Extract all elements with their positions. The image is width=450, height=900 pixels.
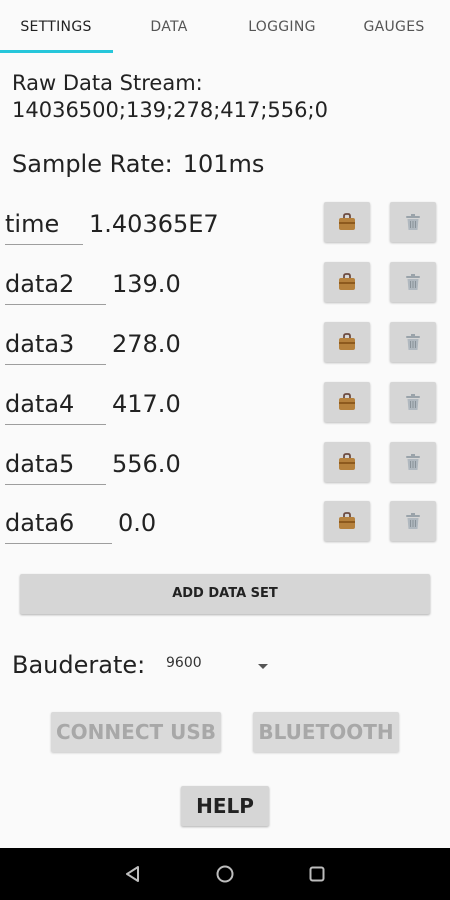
bag-icon [339,333,355,350]
trash-button[interactable] [390,382,436,422]
data-row: data3 278.0 [0,322,450,370]
trash-icon [406,334,420,350]
dropdown-arrow-icon [258,664,268,669]
trash-button[interactable] [390,322,436,362]
data-row: data5 556.0 [0,442,450,490]
help-button[interactable]: HELP [181,786,269,826]
data-value: 1.40365E7 [89,210,219,238]
tab-settings[interactable]: SETTINGS [0,0,112,52]
baudrate-label: Bauderate: [12,651,146,679]
data-row: time 1.40365E7 [0,202,450,250]
bag-button[interactable] [324,202,370,242]
bag-button[interactable] [324,322,370,362]
data-value: 278.0 [112,330,181,358]
data-row: data2 139.0 [0,262,450,310]
bag-button[interactable] [324,382,370,422]
data-name-field[interactable]: data6 [5,503,112,544]
trash-button[interactable] [390,501,436,541]
tab-bar: SETTINGS DATA LOGGING GAUGES [0,0,450,54]
bluetooth-button[interactable]: BLUETOOTH [253,712,399,752]
back-icon[interactable] [121,862,145,886]
baudrate-select[interactable]: 9600 [166,655,272,679]
tab-logging[interactable]: LOGGING [226,0,338,52]
trash-button[interactable] [390,442,436,482]
trash-icon [406,274,420,290]
navigation-bar [0,848,450,900]
trash-icon [406,214,420,230]
trash-button[interactable] [390,262,436,302]
bag-button[interactable] [324,442,370,482]
data-name-field[interactable]: data3 [5,324,106,365]
bag-icon [339,273,355,290]
sample-rate: Sample Rate: 101ms [12,150,264,178]
data-value: 0.0 [118,509,157,537]
raw-data-stream: Raw Data Stream: 14036500;139;278;417;55… [12,70,328,124]
baudrate-value: 9600 [166,655,202,671]
sample-rate-label: Sample Rate: [12,150,173,178]
data-name-field[interactable]: data5 [5,444,106,485]
tab-indicator [0,50,113,53]
tab-gauges[interactable]: GAUGES [338,0,450,52]
bag-icon [339,453,355,470]
data-name-field[interactable]: time [5,204,83,245]
bag-icon [339,512,355,529]
raw-data-label: Raw Data Stream: [12,71,203,95]
data-row: data4 417.0 [0,382,450,430]
home-icon[interactable] [213,862,237,886]
data-row: data6 0.0 [0,501,450,549]
raw-data-value: 14036500;139;278;417;556;0 [12,98,328,122]
trash-icon [406,513,420,529]
bag-icon [339,393,355,410]
data-value: 417.0 [112,390,181,418]
trash-icon [406,454,420,470]
bag-button[interactable] [324,262,370,302]
tab-data[interactable]: DATA [113,0,225,52]
trash-button[interactable] [390,202,436,242]
connect-usb-button[interactable]: CONNECT USB [51,712,221,752]
add-data-set-button[interactable]: ADD DATA SET [20,574,430,614]
trash-icon [406,394,420,410]
data-name-field[interactable]: data2 [5,264,106,305]
data-value: 139.0 [112,270,181,298]
sample-rate-value: 101ms [182,150,265,178]
recents-icon[interactable] [305,862,329,886]
bag-icon [339,213,355,230]
data-name-field[interactable]: data4 [5,384,106,425]
bag-button[interactable] [324,501,370,541]
data-value: 556.0 [112,450,181,478]
